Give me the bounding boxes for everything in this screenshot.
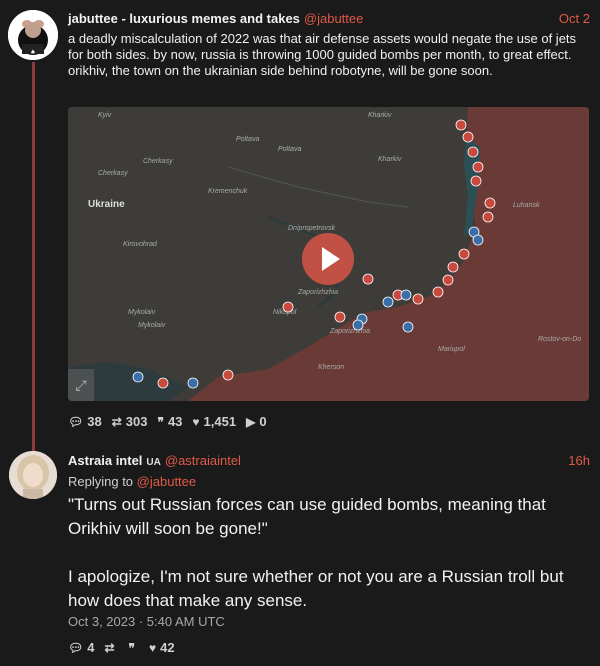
tweet-header: Astraia intel UA @astraiaintel 16h [68,452,590,472]
replying-to-handle[interactable]: @jabuttee [137,474,196,489]
reply-count-value: 38 [87,414,102,429]
quote-button[interactable]: ❞ [129,641,139,655]
expand-icon[interactable]: ⤢ [68,369,94,401]
map-label-country: Ukraine [88,199,125,210]
tweet-text-paragraph: I apologize, I'm not sure whether or not… [68,567,564,610]
retweet-icon: ⇄ [104,640,115,655]
tweet-time[interactable]: 16h [568,452,590,470]
tweet-timestamp[interactable]: Oct 3, 2023 · 5:40 AM UTC [68,614,225,629]
author-handle[interactable]: @jabuttee [304,10,363,28]
map-label: Mykolaiv [138,322,166,329]
replying-to-prefix: Replying to [68,474,134,489]
reply-count-value: 4 [87,640,95,655]
play-icon: ▶ [246,414,256,429]
thread-line [32,62,35,452]
like-count[interactable]: ♥ 1,451 [192,414,236,429]
map-label: Luhansk [513,202,540,209]
map-label: Mariupol [438,346,465,353]
avatar[interactable] [9,451,57,499]
reply-count[interactable]: 💬︎ 4 [68,640,94,655]
tweet-reply: Astraia intel UA @astraiaintel 16h Reply… [68,452,590,613]
tweet-stats: 💬︎ 4 ⇄ ❞ ♥ 42 [68,640,185,655]
tweet-text-paragraph: "Turns out Russian forces can use guided… [68,495,546,538]
reply-icon: 💬︎ [68,640,84,655]
like-count-value: 42 [160,640,175,655]
author-name[interactable]: jabuttee - luxurious memes and takes [68,10,300,28]
map-label: Kherson [318,364,344,371]
map-label: Kharkiv [378,156,402,163]
author-handle[interactable]: @astraiaintel [165,452,241,470]
heart-icon: ♥ [149,640,157,655]
view-count[interactable]: ▶ 0 [246,414,266,429]
map-label: Kremenchuk [208,188,248,195]
reply-icon: 💬︎ [68,414,84,429]
tweet-stats: 💬︎ 38 ⇄ 303 ❞ 43 ♥ 1,451 ▶ 0 [68,414,277,429]
map-label: Rostov-on-Do [538,336,581,343]
video-player[interactable]: Kyiv Kharkiv Poltava Poltava Kharkiv Che… [68,107,589,401]
view-count-value: 0 [259,414,267,429]
map-label: Zaporizhzhia [297,289,338,296]
map-label: Kirovohrad [123,241,158,248]
play-button[interactable] [302,233,354,285]
map-label: Mykolaiv [128,309,156,316]
map-label: Dnipropetrovsk [288,225,336,232]
tweet-text: "Turns out Russian forces can use guided… [68,493,588,613]
svg-text:♠: ♠ [30,49,35,56]
avatar-image: ♠ [8,10,58,60]
like-count[interactable]: ♥ 42 [149,640,175,655]
retweet-count[interactable]: ⇄ 303 [112,414,148,429]
quote-icon: ❞ [157,414,164,429]
reply-count[interactable]: 💬︎ 38 [68,414,102,429]
quote-count[interactable]: ❞ 43 [157,414,182,429]
heart-icon: ♥ [192,414,200,429]
replying-to: Replying to @jabuttee [68,474,590,489]
map-label: Cherkasy [98,170,128,177]
map-label: Poltava [236,136,259,143]
tweet-header: jabuttee - luxurious memes and takes @ja… [68,10,590,28]
map-label: Zaporizhzhia [329,328,370,335]
tweet-text: a deadly miscalculation of 2022 was that… [68,31,577,78]
map-label: Poltava [278,146,301,153]
quote-count-value: 43 [167,414,183,429]
avatar-image [9,451,57,499]
flag-badge: UA [146,457,161,468]
like-count-value: 1,451 [203,414,237,429]
map-label: Kharkiv [368,112,392,119]
map-label: Cherkasy [143,158,173,165]
avatar[interactable]: ♠ [8,10,58,60]
quote-icon: ❞ [128,640,135,655]
author-name[interactable]: Astraia intel [68,452,142,470]
tweet-time[interactable]: Oct 2 [559,10,590,28]
retweet-icon: ⇄ [111,414,122,429]
map-label: Kyiv [98,112,112,119]
tweet-original: jabuttee - luxurious memes and takes @ja… [68,10,590,79]
retweet-count-value: 303 [125,414,148,429]
retweet-button[interactable]: ⇄ [104,641,118,655]
